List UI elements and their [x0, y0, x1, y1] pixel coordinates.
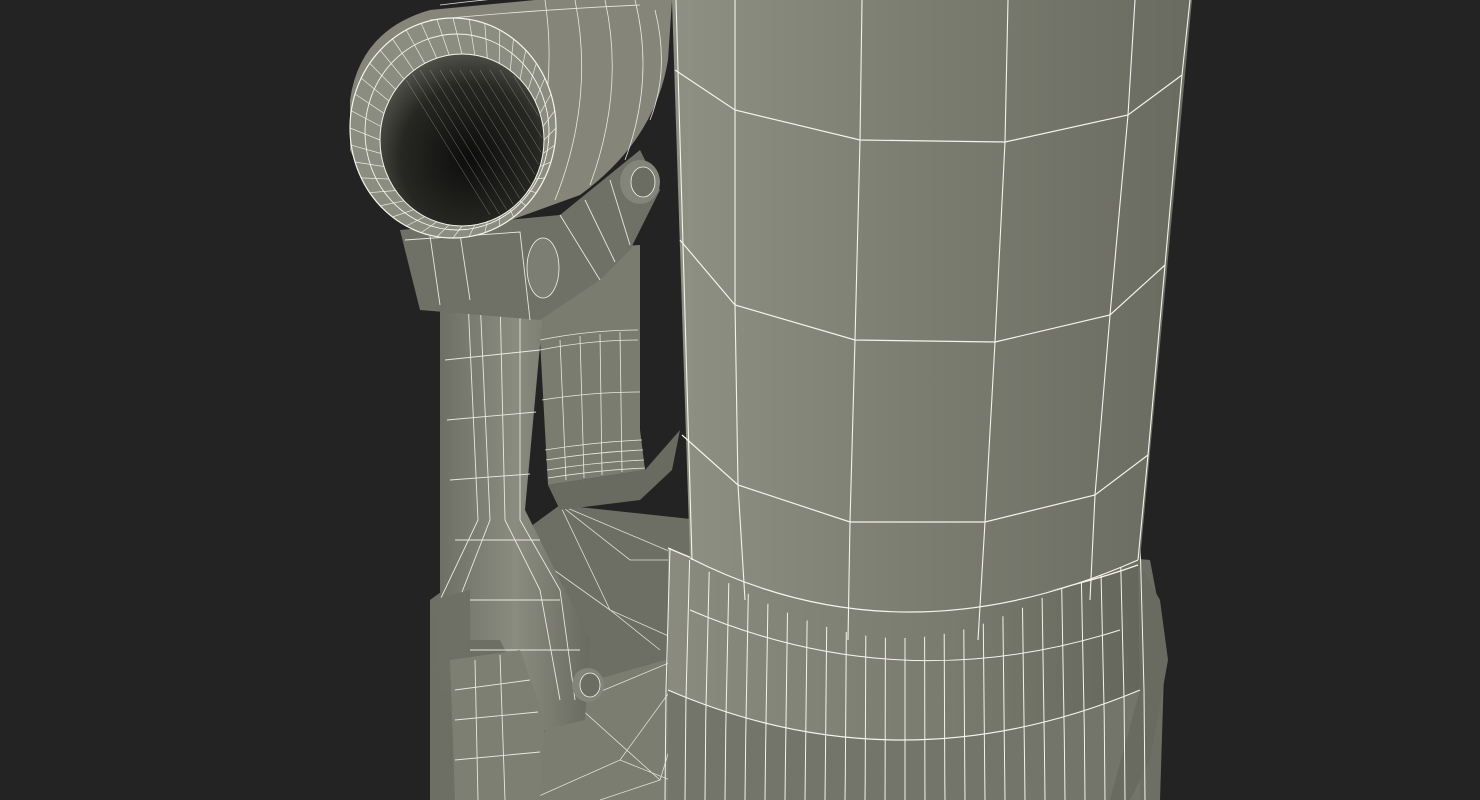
bolt-upper	[620, 160, 660, 204]
render-viewport	[0, 0, 1480, 800]
main-cylinder	[672, 0, 1192, 641]
bolt-lower	[572, 668, 604, 702]
bolt-side	[526, 237, 560, 299]
wireframe-render	[349, 0, 1192, 800]
